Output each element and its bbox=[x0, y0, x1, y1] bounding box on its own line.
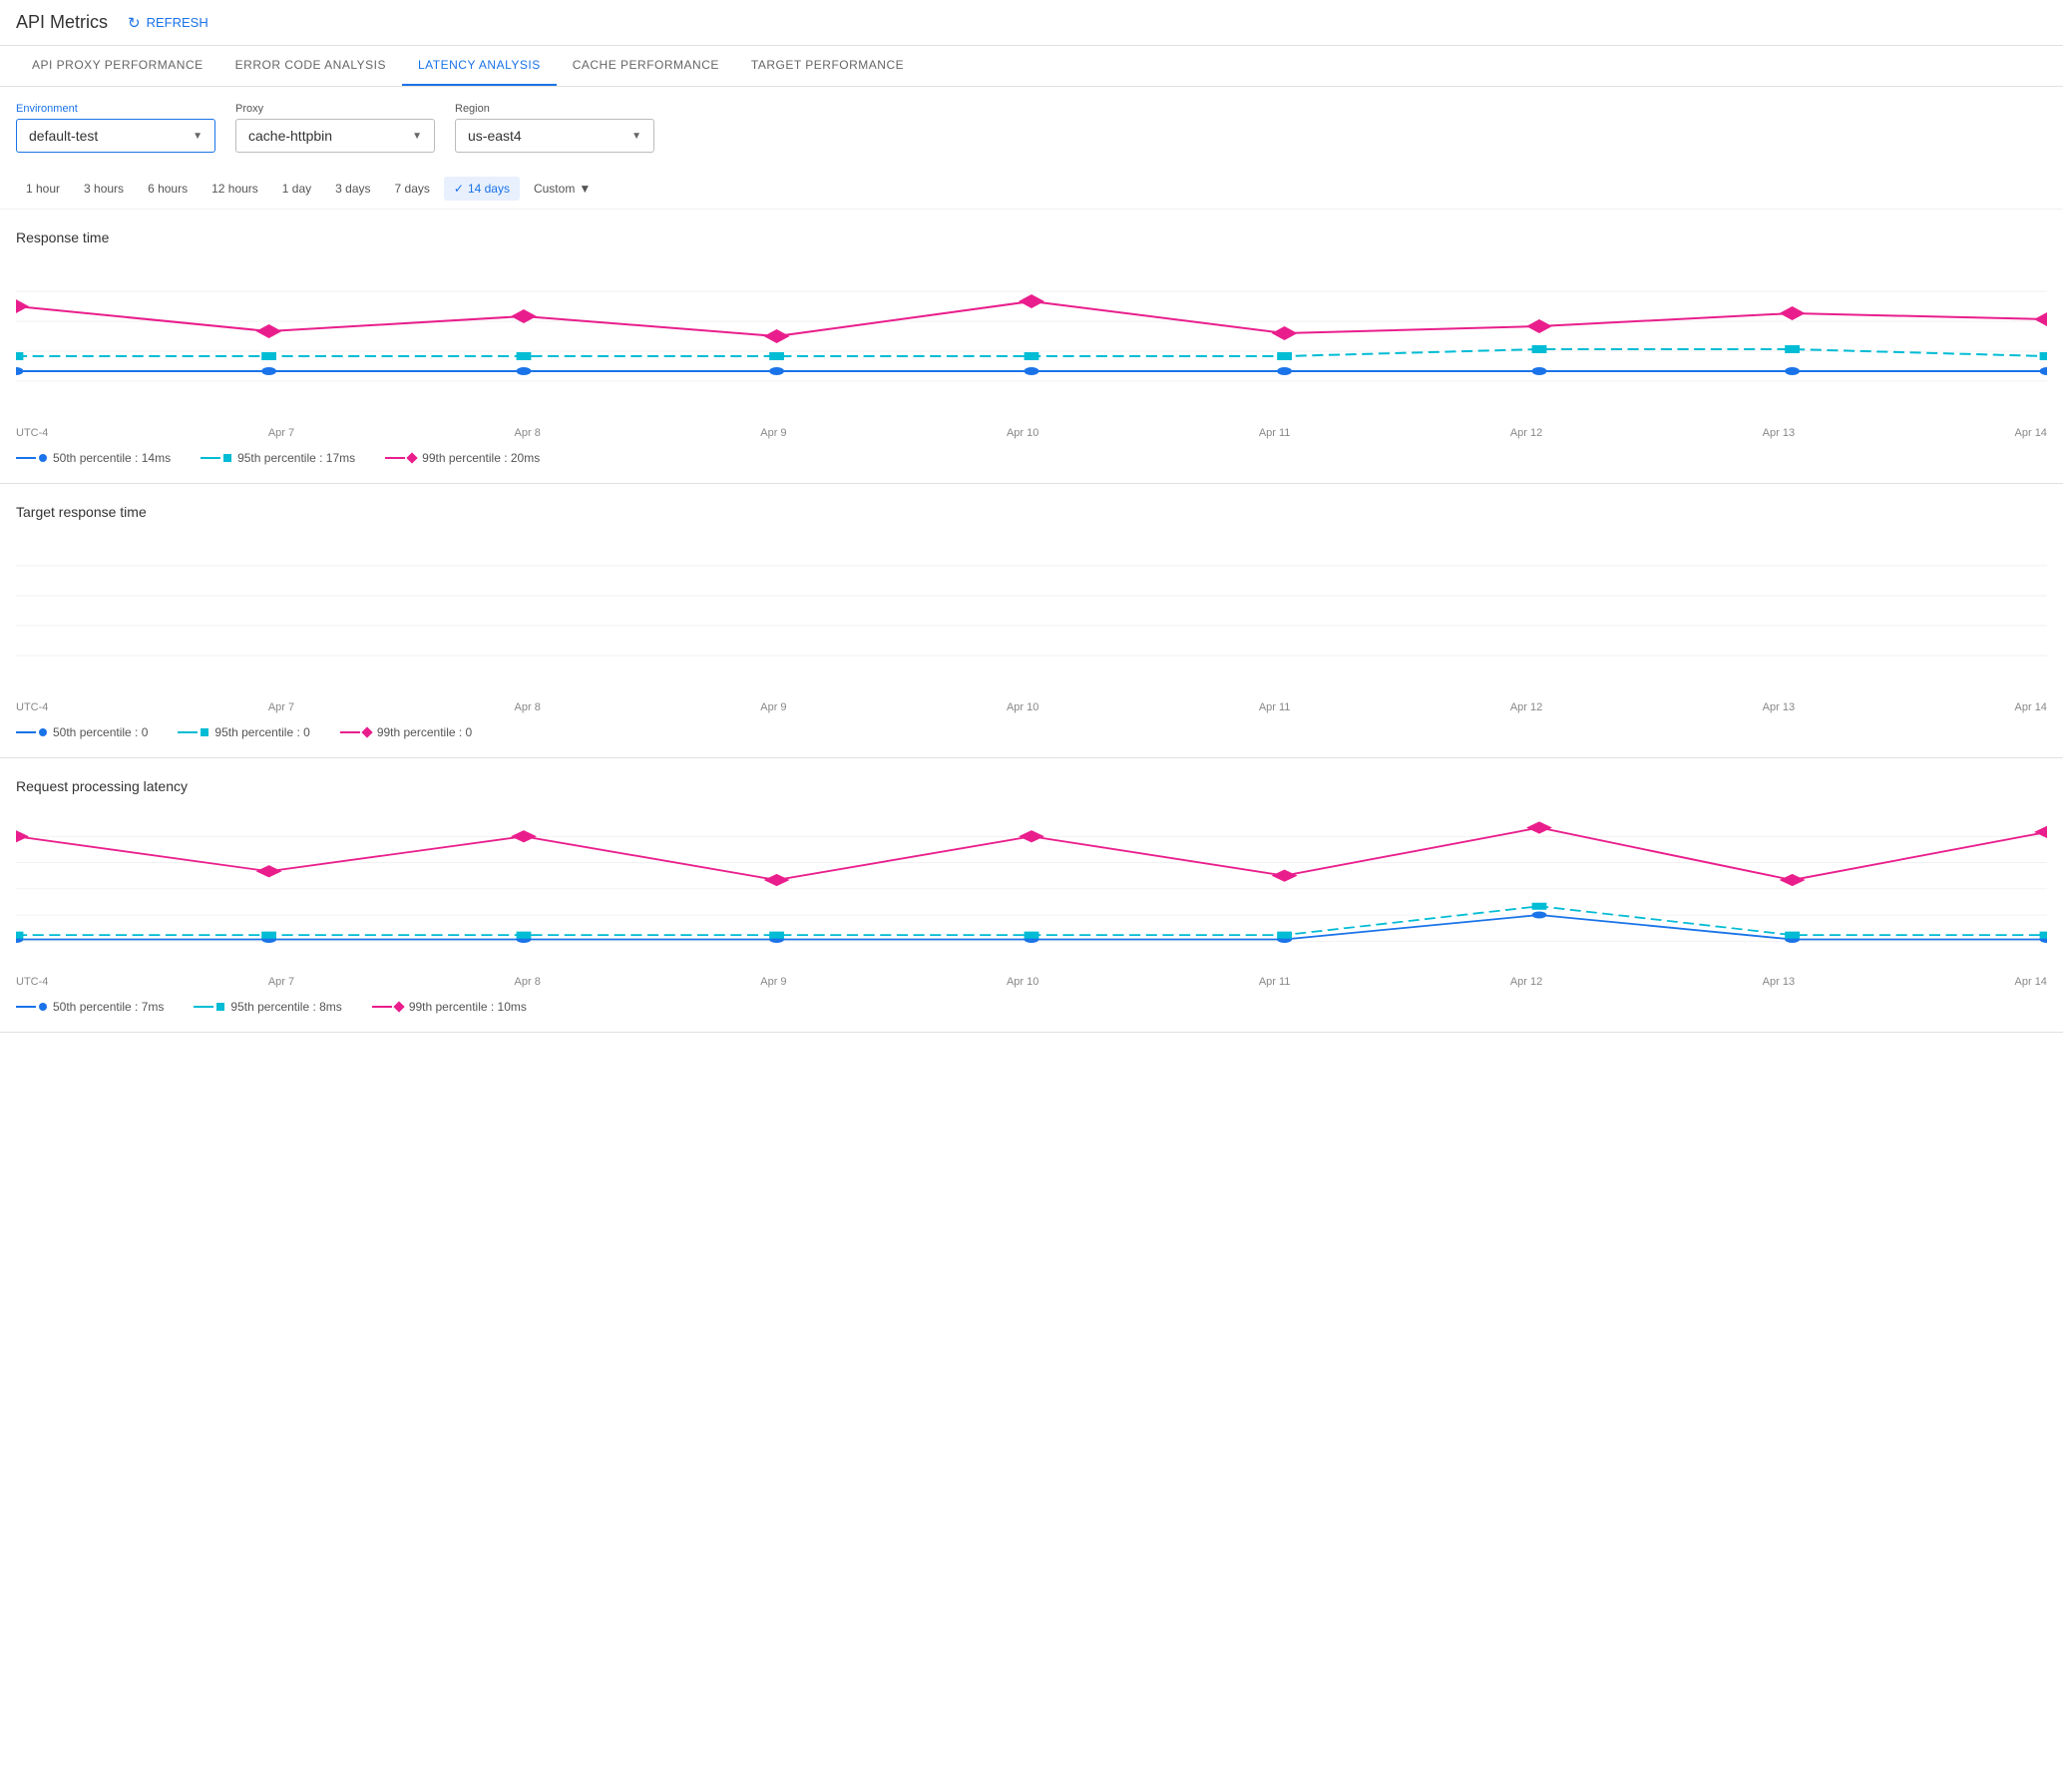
tab-bar: API PROXY PERFORMANCE ERROR CODE ANALYSI… bbox=[0, 46, 2063, 87]
legend-95th-label: 95th percentile : 17ms bbox=[237, 451, 355, 465]
request-processing-latency-legend: 50th percentile : 7ms 95th percentile : … bbox=[16, 992, 2047, 1022]
target-response-time-area bbox=[16, 536, 2047, 695]
target-legend-pink-diamond bbox=[361, 726, 372, 737]
latency-legend-50th-label: 50th percentile : 7ms bbox=[53, 1000, 164, 1014]
response-time-title: Response time bbox=[16, 229, 2047, 245]
legend-50th: 50th percentile : 14ms bbox=[16, 451, 171, 465]
tab-api-proxy-performance[interactable]: API PROXY PERFORMANCE bbox=[16, 46, 219, 86]
time-1day[interactable]: 1 day bbox=[272, 177, 321, 201]
target-legend-99th: 99th percentile : 0 bbox=[340, 725, 472, 739]
target-response-time-title: Target response time bbox=[16, 504, 2047, 520]
response-time-svg bbox=[16, 261, 2047, 401]
environment-value: default-test bbox=[29, 128, 98, 144]
header: API Metrics ↻ REFRESH bbox=[0, 0, 2063, 46]
tab-target-performance[interactable]: TARGET PERFORMANCE bbox=[735, 46, 920, 86]
request-processing-latency-area bbox=[16, 810, 2047, 970]
request-processing-latency-chart: Request processing latency bbox=[0, 758, 2063, 1033]
time-1hour[interactable]: 1 hour bbox=[16, 177, 70, 201]
proxy-label: Proxy bbox=[235, 103, 435, 115]
legend-blue-dot bbox=[39, 454, 47, 462]
time-14days[interactable]: ✓14 days bbox=[444, 177, 520, 201]
refresh-icon: ↻ bbox=[128, 14, 141, 32]
time-3hours[interactable]: 3 hours bbox=[74, 177, 134, 201]
time-custom[interactable]: Custom ▼ bbox=[524, 177, 601, 201]
request-processing-latency-title: Request processing latency bbox=[16, 778, 2047, 794]
legend-blue-line bbox=[16, 457, 36, 459]
region-label: Region bbox=[455, 103, 654, 115]
region-value: us-east4 bbox=[468, 128, 522, 144]
tab-cache-performance[interactable]: CACHE PERFORMANCE bbox=[557, 46, 735, 86]
latency-legend-pink-diamond bbox=[393, 1001, 404, 1012]
proxy-chevron-icon: ▼ bbox=[412, 131, 422, 142]
time-6hours[interactable]: 6 hours bbox=[138, 177, 198, 201]
legend-pink-line bbox=[385, 457, 405, 459]
filters-row: Environment default-test ▼ Proxy cache-h… bbox=[0, 87, 2063, 169]
proxy-select[interactable]: cache-httpbin ▼ bbox=[235, 119, 435, 153]
legend-95th: 95th percentile : 17ms bbox=[201, 451, 355, 465]
legend-99th-label: 99th percentile : 20ms bbox=[422, 451, 540, 465]
time-12hours[interactable]: 12 hours bbox=[202, 177, 268, 201]
latency-legend-teal-line bbox=[194, 1006, 213, 1008]
target-legend-blue-line bbox=[16, 731, 36, 733]
legend-50th-label: 50th percentile : 14ms bbox=[53, 451, 171, 465]
latency-legend-99th-label: 99th percentile : 10ms bbox=[409, 1000, 527, 1014]
latency-legend-teal-sq bbox=[216, 1003, 224, 1011]
refresh-label: REFRESH bbox=[147, 15, 208, 30]
latency-legend-99th: 99th percentile : 10ms bbox=[372, 1000, 527, 1014]
region-filter: Region us-east4 ▼ bbox=[455, 103, 654, 153]
latency-legend-blue-dot bbox=[39, 1003, 47, 1011]
charts-container: Response time bbox=[0, 210, 2063, 1033]
proxy-filter: Proxy cache-httpbin ▼ bbox=[235, 103, 435, 153]
environment-filter: Environment default-test ▼ bbox=[16, 103, 215, 153]
response-time-legend: 50th percentile : 14ms 95th percentile :… bbox=[16, 443, 2047, 473]
response-time-x-axis: UTC-4 Apr 7 Apr 8 Apr 9 Apr 10 Apr 11 Ap… bbox=[16, 423, 2047, 443]
time-range-bar: 1 hour 3 hours 6 hours 12 hours 1 day 3 … bbox=[0, 169, 2063, 210]
environment-chevron-icon: ▼ bbox=[193, 131, 203, 142]
latency-legend-blue-line bbox=[16, 1006, 36, 1008]
region-select[interactable]: us-east4 ▼ bbox=[455, 119, 654, 153]
legend-pink-diamond bbox=[406, 452, 417, 463]
request-processing-latency-svg bbox=[16, 810, 2047, 950]
legend-teal-sq bbox=[223, 454, 231, 462]
custom-label: Custom bbox=[534, 182, 575, 196]
latency-legend-95th: 95th percentile : 8ms bbox=[194, 1000, 341, 1014]
target-response-time-x-axis: UTC-4 Apr 7 Apr 8 Apr 9 Apr 10 Apr 11 Ap… bbox=[16, 697, 2047, 717]
environment-select[interactable]: default-test ▼ bbox=[16, 119, 215, 153]
proxy-value: cache-httpbin bbox=[248, 128, 332, 144]
response-time-area bbox=[16, 261, 2047, 421]
target-response-time-chart: Target response time UTC-4 Apr 7 Apr 8 A… bbox=[0, 484, 2063, 758]
custom-chevron-icon: ▼ bbox=[579, 182, 591, 196]
target-legend-teal-line bbox=[178, 731, 198, 733]
target-legend-pink-line bbox=[340, 731, 360, 733]
target-legend-blue-dot bbox=[39, 728, 47, 736]
tab-latency-analysis[interactable]: LATENCY ANALYSIS bbox=[402, 46, 557, 86]
target-legend-teal-sq bbox=[201, 728, 208, 736]
latency-legend-95th-label: 95th percentile : 8ms bbox=[230, 1000, 341, 1014]
time-7days[interactable]: 7 days bbox=[385, 177, 440, 201]
legend-teal-line bbox=[201, 457, 220, 459]
time-3days[interactable]: 3 days bbox=[325, 177, 380, 201]
latency-legend-pink-line bbox=[372, 1006, 392, 1008]
refresh-button[interactable]: ↻ REFRESH bbox=[128, 14, 208, 32]
target-legend-99th-label: 99th percentile : 0 bbox=[377, 725, 472, 739]
latency-legend-50th: 50th percentile : 7ms bbox=[16, 1000, 164, 1014]
environment-label: Environment bbox=[16, 103, 215, 115]
region-chevron-icon: ▼ bbox=[631, 131, 641, 142]
target-legend-50th-label: 50th percentile : 0 bbox=[53, 725, 148, 739]
response-time-chart: Response time bbox=[0, 210, 2063, 484]
page-title: API Metrics bbox=[16, 12, 108, 33]
request-processing-latency-x-axis: UTC-4 Apr 7 Apr 8 Apr 9 Apr 10 Apr 11 Ap… bbox=[16, 972, 2047, 992]
legend-99th: 99th percentile : 20ms bbox=[385, 451, 540, 465]
target-response-time-svg bbox=[16, 536, 2047, 675]
target-response-time-legend: 50th percentile : 0 95th percentile : 0 … bbox=[16, 717, 2047, 747]
target-legend-50th: 50th percentile : 0 bbox=[16, 725, 148, 739]
target-legend-95th: 95th percentile : 0 bbox=[178, 725, 309, 739]
tab-error-code-analysis[interactable]: ERROR CODE ANALYSIS bbox=[219, 46, 402, 86]
target-legend-95th-label: 95th percentile : 0 bbox=[214, 725, 309, 739]
check-icon: ✓ bbox=[454, 182, 464, 196]
